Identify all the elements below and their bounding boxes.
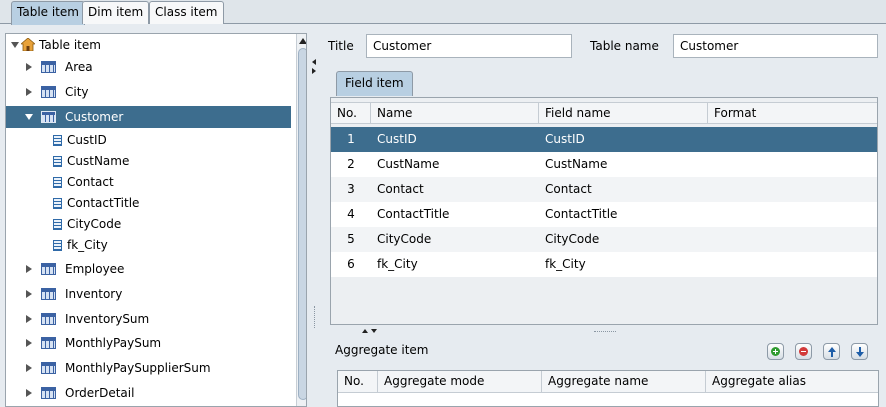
- tab-field-item[interactable]: Field item: [336, 71, 413, 96]
- remove-aggregate-button[interactable]: [795, 343, 812, 360]
- tree-item-customer[interactable]: Customer: [6, 106, 291, 128]
- tree-field-custname[interactable]: CustName: [6, 150, 291, 172]
- expand-icon[interactable]: [26, 364, 32, 372]
- vertical-splitter[interactable]: [309, 26, 321, 407]
- tab-table-item[interactable]: Table item: [11, 1, 85, 25]
- field-icon: [53, 198, 62, 209]
- tab-class-item[interactable]: Class item: [149, 1, 224, 24]
- field-table: No. Name Field name Format 1 CustID Cust…: [330, 97, 878, 325]
- expand-icon[interactable]: [26, 315, 32, 323]
- home-icon: [21, 38, 35, 51]
- field-icon: [53, 219, 62, 230]
- move-up-button[interactable]: [823, 343, 840, 360]
- splitter-grip[interactable]: [594, 331, 616, 333]
- add-aggregate-button[interactable]: [767, 343, 784, 360]
- table-name-label: Table name: [590, 39, 659, 53]
- table-icon: [41, 313, 56, 325]
- tree-item-monthlypaysuppliersum[interactable]: MonthlyPaySupplierSum: [6, 357, 291, 379]
- table-name-input[interactable]: Customer: [673, 34, 878, 58]
- collapse-icon[interactable]: [25, 114, 33, 120]
- expand-right-icon[interactable]: [312, 68, 316, 74]
- column-header-aggregate-name[interactable]: Aggregate name: [542, 371, 706, 392]
- tree-field-contacttitle[interactable]: ContactTitle: [6, 192, 291, 214]
- table-icon: [41, 337, 56, 349]
- expand-icon[interactable]: [26, 339, 32, 347]
- table-row[interactable]: 4 ContactTitle ContactTitle: [331, 202, 877, 227]
- table-icon: [41, 111, 56, 123]
- tree-root-label: Table item: [39, 38, 101, 52]
- tree-field-custid[interactable]: CustID: [6, 129, 291, 151]
- tree-field-fk-city[interactable]: fk_City: [6, 234, 291, 256]
- field-icon: [53, 177, 62, 188]
- expand-icon[interactable]: [26, 63, 32, 71]
- collapse-icon[interactable]: [11, 42, 19, 48]
- tab-dim-item[interactable]: Dim item: [82, 1, 150, 24]
- tree-item-monthlypaysum[interactable]: MonthlyPaySum: [6, 332, 291, 354]
- table-row[interactable]: 5 CityCode CityCode: [331, 227, 877, 252]
- top-tab-bar: Table item Dim item Class item: [0, 0, 886, 25]
- title-input[interactable]: Customer: [366, 34, 572, 58]
- tree-item-city[interactable]: City: [6, 81, 291, 103]
- table-row[interactable]: 6 fk_City fk_City: [331, 252, 877, 277]
- tree-item-area[interactable]: Area: [6, 56, 291, 78]
- column-header-aggregate-alias[interactable]: Aggregate alias: [706, 371, 878, 392]
- tree-scrollbar[interactable]: [296, 34, 306, 406]
- table-row[interactable]: 1 CustID CustID: [331, 127, 877, 152]
- horizontal-splitter[interactable]: [321, 326, 886, 338]
- table-row[interactable]: 2 CustName CustName: [331, 152, 877, 177]
- table-icon: [41, 288, 56, 300]
- aggregate-table-header: No. Aggregate mode Aggregate name Aggreg…: [338, 371, 878, 393]
- tree-item-inventorysum[interactable]: InventorySum: [6, 308, 291, 330]
- column-header-name[interactable]: Name: [371, 103, 539, 124]
- title-label: Title: [328, 39, 354, 53]
- expand-icon[interactable]: [26, 265, 32, 273]
- table-icon: [41, 263, 56, 275]
- expand-icon[interactable]: [26, 290, 32, 298]
- field-table-header: No. Name Field name Format: [331, 102, 877, 124]
- tree-item-inventory[interactable]: Inventory: [6, 283, 291, 305]
- tree-item-employee[interactable]: Employee: [6, 258, 291, 280]
- column-header-no[interactable]: No.: [331, 103, 371, 124]
- move-down-icon: [856, 352, 864, 357]
- tree-panel: Table item Area City Customer CustID Cus…: [5, 33, 307, 407]
- column-header-field-name[interactable]: Field name: [539, 103, 708, 124]
- collapse-up-icon[interactable]: [362, 329, 368, 333]
- aggregate-table: No. Aggregate mode Aggregate name Aggreg…: [337, 370, 879, 407]
- table-icon: [41, 362, 56, 374]
- field-icon: [53, 156, 62, 167]
- column-header-aggregate-mode[interactable]: Aggregate mode: [378, 371, 542, 392]
- splitter-grip[interactable]: [314, 306, 316, 328]
- expand-icon[interactable]: [26, 389, 32, 397]
- field-icon: [53, 135, 62, 146]
- table-icon: [41, 387, 56, 399]
- column-header-format[interactable]: Format: [708, 103, 877, 124]
- tree-item-orderdetail[interactable]: OrderDetail: [6, 382, 291, 404]
- table-icon: [41, 86, 56, 98]
- tree-field-citycode[interactable]: CityCode: [6, 213, 291, 235]
- expand-icon[interactable]: [26, 88, 32, 96]
- table-row[interactable]: 3 Contact Contact: [331, 177, 877, 202]
- scroll-up-icon[interactable]: [299, 38, 306, 44]
- move-down-button[interactable]: [851, 343, 868, 360]
- column-header-no[interactable]: No.: [338, 371, 378, 392]
- tree-field-contact[interactable]: Contact: [6, 171, 291, 193]
- collapse-left-icon[interactable]: [312, 59, 316, 65]
- table-icon: [41, 61, 56, 73]
- aggregate-item-label: Aggregate item: [335, 343, 429, 357]
- scroll-thumb[interactable]: [298, 48, 306, 400]
- field-icon: [53, 240, 62, 251]
- tree-root[interactable]: Table item: [6, 34, 291, 56]
- expand-down-icon[interactable]: [371, 329, 377, 333]
